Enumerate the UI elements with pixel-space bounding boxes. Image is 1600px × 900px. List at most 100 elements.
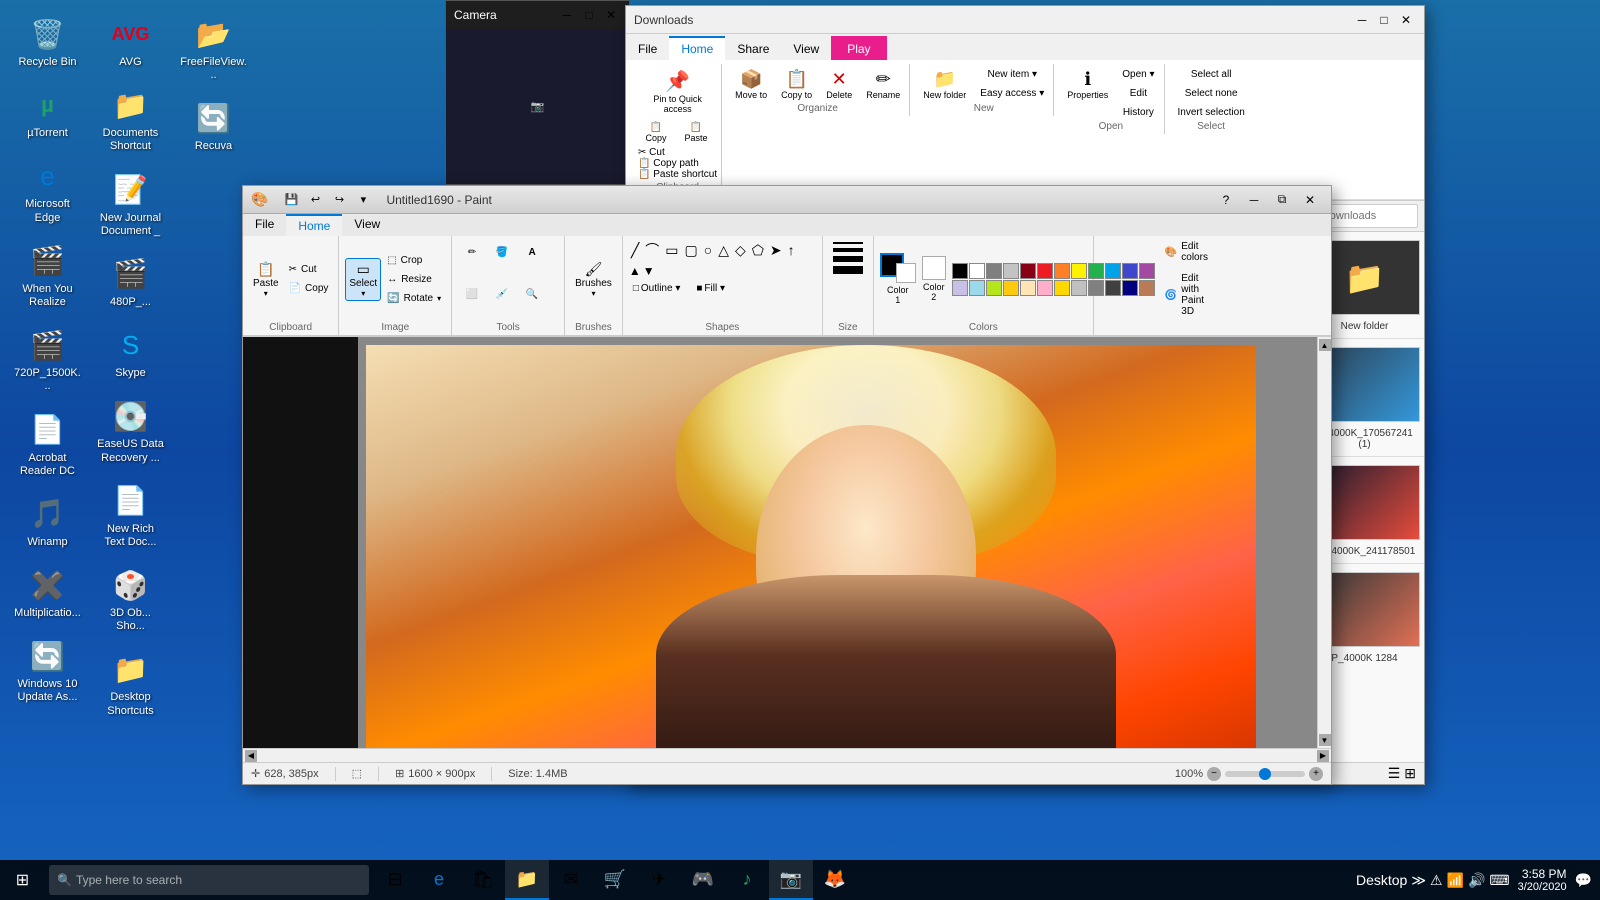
swatch-silver[interactable]: [1071, 280, 1087, 296]
taskbar-desktop-label[interactable]: Desktop: [1356, 872, 1407, 888]
swatch-brown[interactable]: [1139, 280, 1155, 296]
paint-colorpicker-btn[interactable]: 💉: [488, 286, 516, 314]
paint-zoom-thumb[interactable]: [1259, 768, 1271, 780]
paste-shortcut-btn[interactable]: 📋 Paste shortcut: [638, 169, 717, 180]
paint-vscroll[interactable]: ▲ ▼: [1317, 337, 1331, 748]
size-thick[interactable]: [833, 256, 863, 262]
swatch-darkred[interactable]: [1020, 263, 1036, 279]
fe-invert-sel-btn[interactable]: Invert selection: [1173, 104, 1250, 121]
taskbar-network-icon[interactable]: 📶: [1447, 872, 1464, 889]
fe-select-none-btn[interactable]: Select none: [1173, 85, 1250, 102]
paint-scroll-up[interactable]: ▲: [1319, 339, 1331, 351]
fe-tab-file[interactable]: File: [626, 36, 669, 60]
taskbar-firefox-app[interactable]: 🦊: [813, 860, 857, 900]
paint-select-btn[interactable]: ▭ Select ▾: [345, 258, 381, 301]
fe-rename-btn[interactable]: ✏ Rename: [861, 66, 905, 103]
paint-customize-btn[interactable]: ▾: [352, 189, 374, 211]
taskbar-show-desktop-icon[interactable]: ≫: [1411, 872, 1426, 889]
fe-pin-quick-access-btn[interactable]: 📌 Pin to Quick access: [638, 66, 717, 117]
paint-fill-shape-btn[interactable]: ■ Fill ▾: [692, 280, 729, 297]
fe-delete-btn[interactable]: ✕ Delete: [821, 66, 857, 103]
taskbar-task-view[interactable]: ⊟: [373, 860, 417, 900]
shape-round-rect[interactable]: ▢: [682, 240, 699, 261]
fe-new-item-btn[interactable]: New item ▾: [975, 66, 1049, 83]
paint-paste-btn[interactable]: 📋 Paste ▾: [249, 258, 283, 301]
paint-hscroll[interactable]: ◀ ▶: [243, 748, 1331, 762]
paint-fill-btn[interactable]: 🪣: [488, 244, 516, 272]
paint-tab-view[interactable]: View: [342, 214, 392, 236]
paint-color2-swatch[interactable]: [922, 256, 946, 280]
swatch-midgray[interactable]: [1088, 280, 1104, 296]
swatch-ltyellow[interactable]: [1020, 280, 1036, 296]
taskbar-clock[interactable]: 3:58 PM 3/20/2020: [1518, 867, 1567, 893]
copy-path-btn[interactable]: 📋 Copy path: [638, 158, 699, 169]
paint-crop-btn[interactable]: ⬚ Crop: [383, 252, 445, 269]
swatch-ltpurple[interactable]: [952, 280, 968, 296]
paint-pencil-btn[interactable]: ✏: [458, 244, 486, 272]
camera-maximize[interactable]: □: [579, 5, 599, 25]
taskbar-amazon[interactable]: 🛒: [593, 860, 637, 900]
shape-arrow[interactable]: ➤: [768, 240, 784, 261]
swatch-ltgreen[interactable]: [986, 280, 1002, 296]
paint-tab-file[interactable]: File: [243, 214, 286, 236]
swatch-blue[interactable]: [1105, 263, 1121, 279]
fe-paste-btn[interactable]: 📋Paste: [678, 119, 714, 146]
fe-tab-share[interactable]: Share: [725, 36, 781, 60]
icon-recuva[interactable]: 🔄 Recuva: [176, 94, 251, 157]
swatch-dkgray[interactable]: [1105, 280, 1121, 296]
paint-restore[interactable]: ⧉: [1269, 189, 1295, 211]
shape-diamond[interactable]: ◇: [733, 240, 748, 261]
taskbar-edge[interactable]: e: [417, 860, 461, 900]
fe-properties-btn[interactable]: ℹ Properties: [1062, 66, 1113, 103]
shapes-scroll-up[interactable]: ▲: [629, 264, 641, 278]
shape-line[interactable]: ╱: [629, 240, 641, 261]
icon-win10[interactable]: 🔄 Windows 10 Update As...: [10, 632, 85, 708]
fe-select-all-btn[interactable]: Select all: [1173, 66, 1250, 83]
icon-new-rich-text[interactable]: 📄 New Rich Text Doc...: [93, 477, 168, 553]
taskbar-volume-icon[interactable]: 🔊: [1468, 872, 1485, 889]
swatch-gold[interactable]: [1003, 280, 1019, 296]
size-medium[interactable]: [833, 248, 863, 252]
paint-close[interactable]: ✕: [1297, 189, 1323, 211]
icon-winamp[interactable]: 🎵 Winamp: [10, 490, 85, 553]
icon-recycle-bin[interactable]: 🗑️ Recycle Bin: [10, 10, 85, 73]
paint-outline-btn[interactable]: □ Outline ▾: [629, 280, 685, 297]
paint-copy-btn[interactable]: 📄 Copy: [285, 280, 333, 297]
swatch-goldenrod[interactable]: [1054, 280, 1070, 296]
taskbar-action-center[interactable]: 💬: [1575, 872, 1592, 889]
taskbar-origin[interactable]: 🎮: [681, 860, 725, 900]
swatch-ltblue[interactable]: [969, 280, 985, 296]
size-thin[interactable]: [833, 242, 863, 244]
icon-new-journal[interactable]: 📝 New Journal Document _: [93, 166, 168, 242]
swatch-orange[interactable]: [1054, 263, 1070, 279]
paint-brushes-btn[interactable]: 🖌 Brushes ▾: [571, 258, 616, 301]
paint-scroll-right[interactable]: ▶: [1317, 750, 1329, 762]
taskbar-tripadvisor[interactable]: ✈: [637, 860, 681, 900]
paint-save-btn[interactable]: 💾: [280, 189, 302, 211]
taskbar-search-box[interactable]: 🔍: [49, 865, 369, 895]
taskbar-store[interactable]: 🛍: [461, 860, 505, 900]
taskbar-winamp-app[interactable]: ♪: [725, 860, 769, 900]
shape-rect[interactable]: ▭: [663, 240, 680, 261]
camera-close[interactable]: ✕: [601, 5, 621, 25]
fe-easy-access-btn[interactable]: Easy access ▾: [975, 85, 1049, 102]
icon-720p[interactable]: 🎬 720P_1500K...: [10, 321, 85, 397]
taskbar-camera-app[interactable]: 📷: [769, 860, 813, 900]
shapes-scroll-down[interactable]: ▼: [643, 264, 655, 278]
paint-cut-btn[interactable]: ✂ Cut: [285, 261, 333, 278]
fe-view-grid-btn[interactable]: ⊞: [1404, 765, 1416, 782]
taskbar-start-btn[interactable]: ⊞: [0, 860, 45, 900]
fe-move-btn[interactable]: 📦 Move to: [730, 66, 772, 103]
fe-tab-view[interactable]: View: [781, 36, 831, 60]
paint-rotate-btn[interactable]: 🔄 Rotate ▾: [383, 290, 445, 307]
paint-magnify-btn[interactable]: 🔍: [518, 286, 546, 314]
paint-scroll-down[interactable]: ▼: [1319, 734, 1331, 746]
swatch-white[interactable]: [969, 263, 985, 279]
fe-tab-play[interactable]: Play: [831, 36, 886, 60]
icon-freefileview[interactable]: 📂 FreeFileView...: [176, 10, 251, 86]
paint-help-btn[interactable]: ?: [1213, 189, 1239, 211]
swatch-green[interactable]: [1088, 263, 1104, 279]
fe-view-list-btn[interactable]: ☰: [1388, 765, 1401, 782]
shape-triangle[interactable]: △: [716, 240, 731, 261]
paint-zoom-in[interactable]: +: [1309, 767, 1323, 781]
